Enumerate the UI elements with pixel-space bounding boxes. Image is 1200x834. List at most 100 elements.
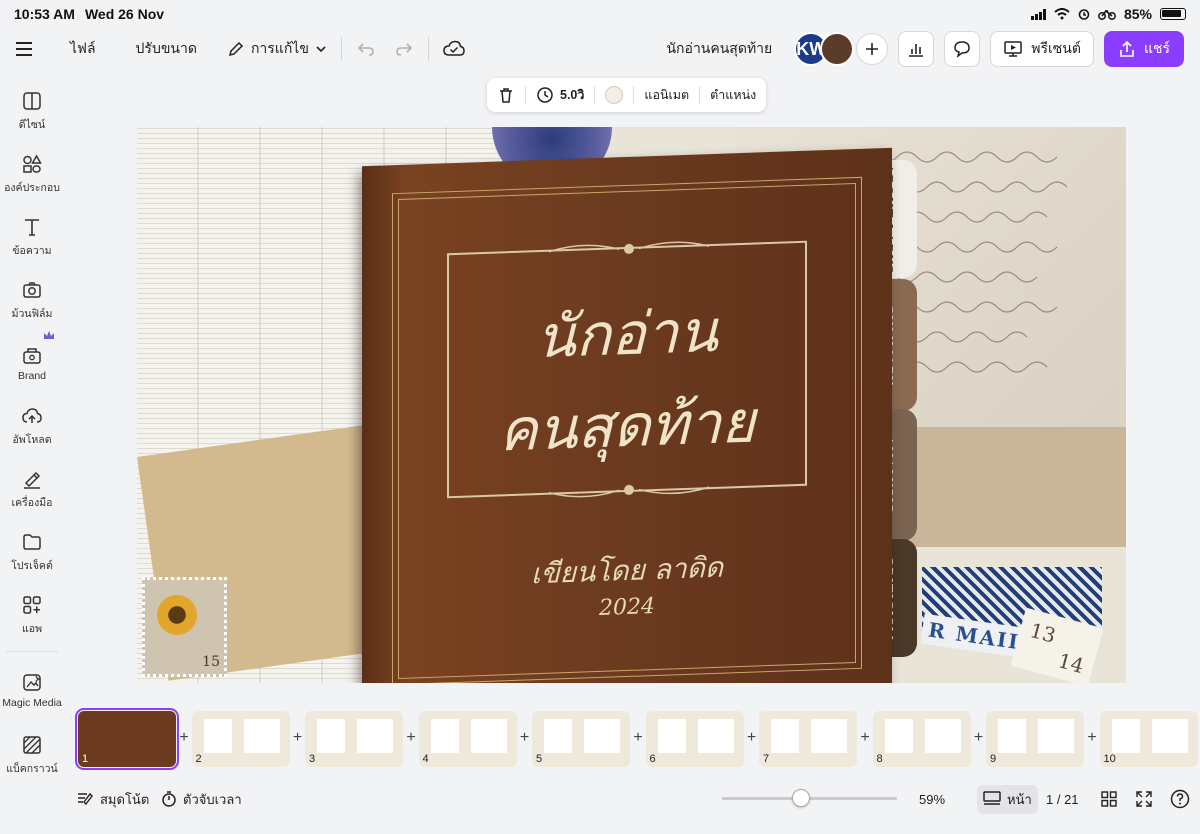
elements-icon [23,154,42,173]
add-page-button[interactable]: + [858,730,872,746]
help-icon[interactable] [1170,789,1190,809]
sidebar-item-magic-media[interactable]: Magic Media [0,671,64,709]
thumbnail-preview [1111,719,1140,753]
grid-view-icon[interactable] [1101,791,1117,807]
slide-canvas[interactable]: 15 R MAIL 13 14 ABOUT LADYS SUMMARY ANAL… [137,127,1126,683]
pill-divider [633,86,635,104]
page-toolbar: 5.0วิ แอนิเมต ตำแหน่ง [487,78,767,112]
zoom-slider[interactable] [722,789,897,807]
book-title-line2: คนสุดท้าย [498,387,756,465]
page-thumbnail[interactable]: 1 [75,708,179,770]
pill-divider [594,86,596,104]
comments-button[interactable] [944,31,981,67]
sidebar-item-camera-roll[interactable]: ม้วนฟิล์ม [0,279,64,322]
design-icon [23,92,41,110]
fullscreen-icon[interactable] [1136,791,1152,807]
page-thumbnail[interactable]: 10 [1099,711,1198,767]
page-counter[interactable]: 1 / 21 [1046,792,1079,807]
add-page-button[interactable]: + [631,730,645,746]
page-number: 5 [536,753,543,765]
share-button[interactable]: แชร์ [1103,31,1184,67]
tag-number: 14 [1055,648,1087,679]
stamp-value: 15 [202,654,220,670]
sidebar-item-background[interactable]: แบ็คกราวน์ [0,734,64,777]
page-thumbnail[interactable]: 7 [759,711,857,767]
thumbnail-preview [1038,719,1074,753]
sidebar-item-elements[interactable]: องค์ประกอบ [0,153,64,196]
book-cover[interactable]: นักอ่าน คนสุดท้าย เขียนโดย ลาดิด 2024 [362,147,892,683]
add-page-button[interactable]: + [1085,730,1099,746]
tools-icon [24,471,41,489]
duration-label: 5.0วิ [560,88,585,102]
add-page-button[interactable]: + [291,730,305,746]
thumbnail-preview [811,719,847,753]
sidebar-item-text[interactable]: ข้อความ [0,216,64,259]
toolbar-divider [340,37,342,61]
background-icon [23,736,41,754]
thumbnail-preview [657,719,686,753]
redo-icon[interactable] [394,39,414,59]
zoom-level[interactable]: 59% [919,792,945,807]
insights-button[interactable] [898,31,935,67]
sidebar-item-design[interactable]: ดีไซน์ [0,90,64,133]
document-title[interactable]: นักอ่านคนสุดท้าย [666,38,772,60]
sidebar-item-label: อัพโหลด [12,434,52,446]
thumbnail-preview [470,719,507,753]
add-page-button[interactable]: + [745,730,759,746]
sidebar-item-brand[interactable]: Brand [0,330,64,382]
duration-button[interactable]: 5.0วิ [536,85,584,105]
undo-icon[interactable] [356,39,376,59]
page-thumbnail[interactable]: 9 [986,711,1084,767]
timer-button[interactable]: ตัวจับเวลา [161,789,242,810]
sidebar-item-apps[interactable]: แอพ [0,594,64,637]
crown-icon [44,331,54,339]
page-thumbnail[interactable]: 4 [418,711,517,767]
sidebar-item-label: องค์ประกอบ [4,182,60,194]
resize-menu[interactable]: ปรับขนาด [136,38,197,60]
notes-label: สมุดโน้ต [100,791,150,807]
present-label: พรีเซนต์ [1031,40,1081,56]
page-thumbnail[interactable]: 8 [872,711,971,767]
folder-icon [23,534,41,550]
trash-icon[interactable] [497,86,515,104]
cloud-saved-icon[interactable] [443,40,465,58]
add-page-button[interactable]: + [177,730,191,746]
zoom-slider-handle[interactable] [791,789,810,807]
page-number: 3 [309,753,316,765]
sidebar-item-uploads[interactable]: อัพโหลด [0,405,64,448]
signal-icon [1030,8,1046,20]
notes-button[interactable]: สมุดโน้ต [76,789,149,810]
upload-icon [22,408,42,423]
battery-icon [1160,8,1186,20]
pages-label: หน้า [1007,791,1032,807]
thumbnail-preview [1151,719,1188,753]
menu-icon[interactable] [16,42,44,56]
file-menu[interactable]: ไฟล์ [70,38,96,60]
page-thumbnail[interactable]: 6 [645,711,744,767]
sidebar-item-projects[interactable]: โปรเจ็คต์ [0,531,64,574]
pencil-icon [228,41,243,57]
sidebar-item-tools[interactable]: เครื่องมือ [0,468,64,511]
sidebar-item-label: โปรเจ็คต์ [11,560,53,572]
chevron-down-icon [316,46,326,53]
add-page-button[interactable]: + [972,730,986,746]
present-button[interactable]: พรีเซนต์ [990,31,1094,67]
edit-menu[interactable]: การแก้ไข [227,38,327,60]
background-color-swatch[interactable] [605,86,624,104]
sidebar-divider [6,651,58,652]
thumbnail-preview [998,719,1026,753]
pages-view-button[interactable]: หน้า [977,784,1038,814]
animate-button[interactable]: แอนิเมต [644,85,689,105]
add-page-button[interactable]: + [404,730,418,746]
thumbnail-preview [584,719,620,753]
page-thumbnail[interactable]: 5 [532,711,630,767]
collaborator-avatar[interactable] [820,32,855,66]
add-collaborator-button[interactable] [856,33,889,65]
page-thumbnail[interactable]: 2 [191,711,290,767]
add-page-button[interactable]: + [518,730,532,746]
alarm-icon [1078,9,1090,20]
sidebar-item-label: ดีไซน์ [18,119,46,131]
position-button[interactable]: ตำแหน่ง [710,85,756,105]
sunflower-image [157,595,197,635]
page-thumbnail[interactable]: 3 [305,711,403,767]
